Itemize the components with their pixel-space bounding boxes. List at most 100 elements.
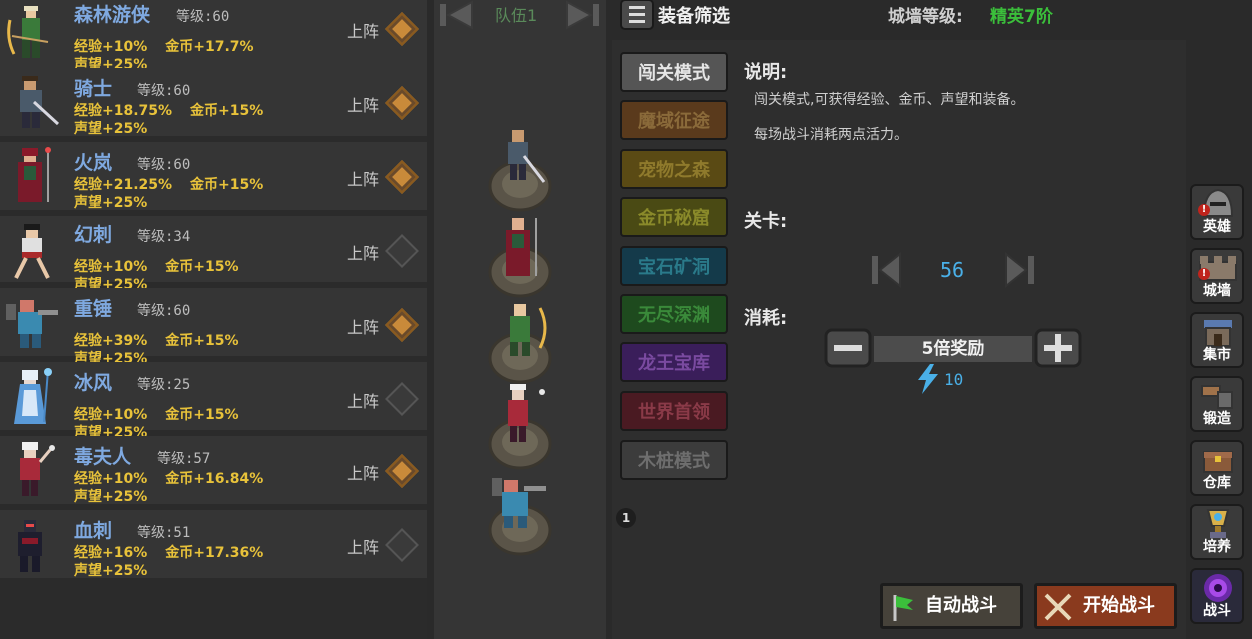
phantom-assassin-avatar (14, 224, 50, 279)
exp-bonus: 经验+10% (74, 407, 148, 423)
description-title: 说明: (744, 62, 788, 83)
gold-bonus: 金币+15% (165, 333, 239, 349)
hero-row[interactable]: 幻刺 等级:34 经验+10% 金币+15%声望+25% 上阵 (0, 216, 427, 293)
energy-bolt-icon (918, 364, 938, 394)
poison-lady-avatar (20, 442, 55, 496)
sidebar-warehouse[interactable]: 仓库 (1190, 440, 1244, 496)
team-slot-fire-mage[interactable] (488, 212, 552, 298)
hero-stats: 经验+10% 金币+16.84% 声望+25% (74, 470, 346, 506)
deploy-toggle[interactable] (385, 382, 419, 416)
plus-icon[interactable] (1034, 328, 1082, 368)
gold-bonus: 金币+17.36% (165, 545, 264, 561)
sidebar-label: 培养 (1203, 539, 1231, 555)
fire-mage-avatar (18, 147, 51, 202)
sidebar-forge[interactable]: 锻造 (1190, 376, 1244, 432)
hero-level: 等级:60 (137, 83, 191, 99)
hero-row[interactable]: 重锤 等级:60 经验+39% 金币+15%声望+25% 上阵 (0, 288, 427, 367)
hero-row[interactable]: 冰风 等级:25 经验+10% 金币+15%声望+25% 上阵 (0, 362, 427, 441)
fame-bonus: 声望+25% (74, 121, 148, 137)
auto-battle-button[interactable]: 自动战斗 (880, 583, 1023, 629)
mode-button-demon-realm[interactable]: 魔域征途 (620, 100, 728, 140)
sidebar-cultivate[interactable]: 培养 (1190, 504, 1244, 560)
deploy-toggle[interactable] (385, 454, 419, 488)
minus-icon[interactable] (824, 328, 872, 368)
deploy-label: 上阵 (347, 244, 380, 263)
sidebar-label: 战斗 (1203, 603, 1231, 619)
stage-prev-arrow-icon[interactable] (870, 252, 906, 288)
hero-row[interactable]: 毒夫人 等级:57 经验+10% 金币+16.84% 声望+25% 上阵 (0, 436, 427, 506)
hero-stats: 经验+18.75% 金币+15% 声望+25% (74, 102, 346, 138)
mode-button-gold-cave[interactable]: 金币秘窟 (620, 197, 728, 237)
hero-name: 冰风 (74, 372, 113, 394)
deploy-toggle[interactable] (385, 234, 419, 268)
energy-cost: 10 (944, 370, 964, 389)
hero-level: 等级:25 (137, 377, 191, 393)
mode-button-stage[interactable]: 闯关模式 (620, 52, 728, 92)
sidebar-market[interactable]: 集市 (1190, 312, 1244, 368)
hero-row[interactable]: 血刺 等级:51 经验+16% 金币+17.36% 声望+25% 上阵 (0, 510, 427, 579)
knight-avatar (20, 76, 60, 128)
team-slot-forest-ranger[interactable] (488, 298, 552, 384)
deploy-toggle[interactable] (385, 86, 419, 120)
ice-wind-avatar (14, 368, 52, 424)
forest-ranger-avatar (7, 6, 49, 58)
flag-icon (893, 595, 913, 621)
deploy-toggle[interactable] (385, 308, 419, 342)
exp-bonus: 经验+21.25% (74, 177, 173, 193)
start-battle-button[interactable]: 开始战斗 (1034, 583, 1177, 629)
hero-level: 等级:60 (176, 9, 230, 25)
exp-bonus: 经验+10% (74, 471, 148, 487)
blood-assassin-avatar (18, 520, 42, 572)
deploy-label: 上阵 (347, 318, 380, 337)
team-next-arrow-icon[interactable] (563, 0, 603, 30)
mode-button-endless-abyss[interactable]: 无尽深渊 (620, 294, 728, 334)
deploy-toggle[interactable] (385, 528, 419, 562)
hero-name: 森林游侠 (74, 4, 151, 26)
hero-level: 等级:57 (157, 451, 211, 467)
crossed-swords-icon (1044, 593, 1072, 621)
sidebar-heroes[interactable]: ! 英雄 (1190, 184, 1244, 240)
notification-badge: ! (1198, 268, 1210, 280)
description-line: 每场战斗消耗两点活力。 (754, 127, 908, 143)
deploy-label: 上阵 (347, 96, 380, 115)
hero-level: 等级:60 (137, 303, 191, 319)
deploy-label: 上阵 (347, 392, 380, 411)
stage-label: 关卡: (744, 211, 788, 232)
notification-badge: ! (1198, 204, 1210, 216)
gold-bonus: 金币+15% (165, 407, 239, 423)
hero-row[interactable]: 骑士 等级:60 经验+18.75% 金币+15% 声望+25% 上阵 (0, 68, 427, 138)
team-slot-knight[interactable] (488, 126, 552, 212)
mode-button-training-dummy[interactable]: 木桩模式 (620, 440, 728, 480)
mode-button-world-boss[interactable]: 世界首领 (620, 391, 728, 431)
exp-bonus: 经验+39% (74, 333, 148, 349)
team-prev-arrow-icon[interactable] (436, 0, 476, 30)
start-battle-label: 开始战斗 (1083, 595, 1155, 616)
team-slot-poison-lady[interactable] (488, 384, 552, 470)
deploy-toggle[interactable] (385, 12, 419, 46)
hero-row[interactable]: 森林游侠 等级:60 经验+10% 金币+17.7%声望+25% 上阵 (0, 0, 427, 73)
hero-name: 幻刺 (74, 224, 113, 246)
mode-button-dragon-vault[interactable]: 龙王宝库 (620, 342, 728, 382)
description-line: 闯关模式,可获得经验、金币、声望和装备。 (754, 92, 1025, 108)
exp-bonus: 经验+16% (74, 545, 148, 561)
team-label: 队伍1 (495, 6, 538, 25)
hero-row[interactable]: 火岚 等级:60 经验+21.25% 金币+15% 声望+25% 上阵 (0, 142, 427, 211)
deploy-toggle[interactable] (385, 160, 419, 194)
deploy-label: 上阵 (347, 22, 380, 41)
equipment-filter-label[interactable]: 装备筛选 (658, 2, 730, 28)
filter-menu-icon[interactable] (620, 0, 654, 30)
reward-multiplier: 5倍奖励 (874, 336, 1032, 362)
fame-bonus: 声望+25% (74, 195, 148, 211)
team-slot-heavy-hammer[interactable] (488, 470, 552, 556)
wall-level-label: 城墙等级: (888, 7, 963, 27)
mode-button-pet-forest[interactable]: 宠物之森 (620, 149, 728, 189)
exp-bonus: 经验+10% (74, 39, 148, 55)
cost-label: 消耗: (744, 308, 788, 329)
sidebar-wall[interactable]: ! 城墙 (1190, 248, 1244, 304)
sidebar-battle[interactable]: 战斗 (1190, 568, 1244, 624)
hero-name: 血刺 (74, 520, 113, 542)
stage-next-arrow-icon[interactable] (1000, 252, 1036, 288)
mode-button-gem-mine[interactable]: 宝石矿洞 (620, 246, 728, 286)
heavy-hammer-avatar (6, 300, 58, 348)
fame-bonus: 声望+25% (74, 563, 148, 579)
